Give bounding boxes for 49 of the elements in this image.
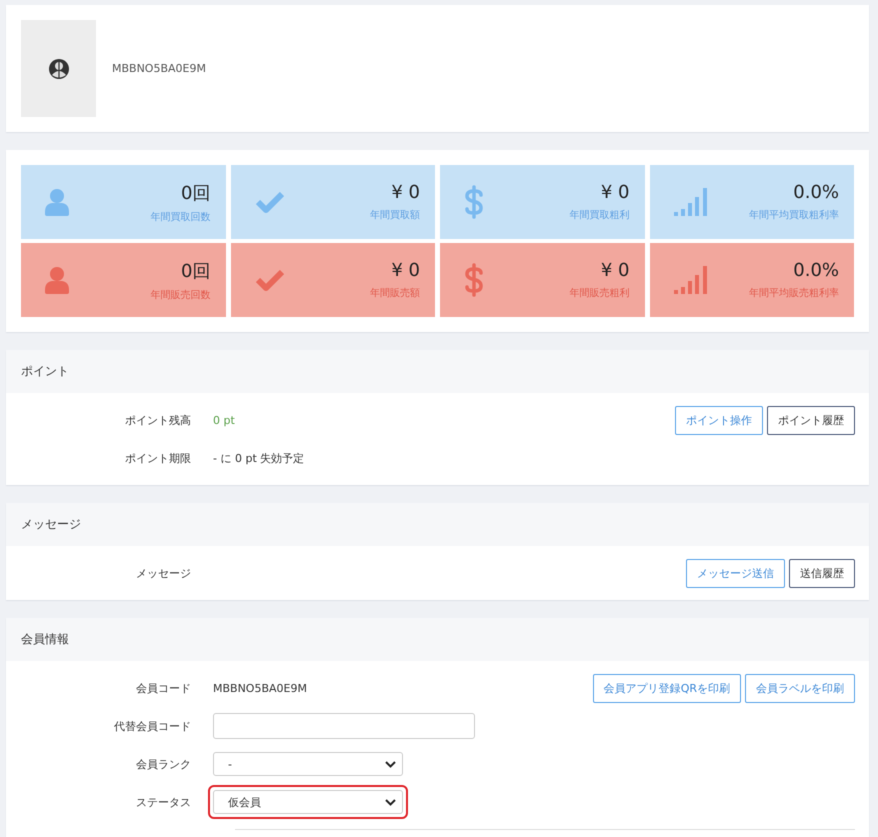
- stat-label: 年間平均販売粗利率: [749, 286, 839, 300]
- field-value: MBBNO5BA0E9M: [213, 682, 307, 694]
- stat-value: 0.0%: [793, 182, 839, 203]
- chevron-down-icon: [385, 760, 396, 768]
- stat-value: 0.0%: [793, 260, 839, 281]
- action-button[interactable]: 送信履歴: [789, 558, 855, 588]
- field-label: ステータス: [135, 794, 192, 810]
- signal-bars-icon: [674, 266, 708, 294]
- signal-bars-icon: [674, 188, 708, 216]
- member-code: MBBNO5BA0E9M: [112, 62, 206, 75]
- dollar-icon: [464, 185, 484, 219]
- stat-label: 年間販売回数: [150, 288, 210, 302]
- chevron-down-icon: [385, 798, 396, 806]
- stat-value: ¥ 0: [600, 182, 630, 203]
- dollar-icon: [464, 263, 484, 297]
- field-value: 0 pt: [213, 414, 235, 426]
- section-title: メッセージ: [21, 516, 81, 533]
- action-button[interactable]: ポイント履歴: [767, 406, 855, 434]
- field-label: メッセージ: [135, 566, 192, 580]
- stat-label: 年間買取額: [370, 208, 420, 222]
- select-field[interactable]: 仮会員: [208, 785, 408, 819]
- stat-label: 年間販売額: [370, 286, 420, 300]
- field-label: ポイント残高: [124, 412, 192, 428]
- stat-label: 年間買取粗利: [570, 208, 630, 222]
- check-icon: [254, 269, 284, 291]
- stat-value: ¥ 0: [391, 260, 420, 281]
- section-title: ポイント: [21, 363, 69, 380]
- field-label: 代替会員コード: [113, 718, 192, 734]
- stat-value: 0回: [181, 260, 210, 282]
- input-field[interactable]: [213, 713, 475, 739]
- stat-label: 年間平均買取粗利率: [749, 208, 839, 222]
- field-value: - に 0 pt 失効予定: [213, 450, 304, 466]
- stat-value: ¥ 0: [391, 182, 420, 203]
- person-icon: [45, 266, 69, 294]
- check-icon: [254, 191, 284, 213]
- action-button[interactable]: 会員アプリ登録QRを印刷: [592, 674, 741, 702]
- stat-value: ¥ 0: [600, 260, 630, 281]
- action-button[interactable]: 会員ラベルを印刷: [745, 674, 855, 702]
- stat-value: 0回: [181, 182, 210, 204]
- action-button[interactable]: ポイント操作: [675, 406, 763, 434]
- user-icon: [48, 58, 70, 80]
- field-label: 会員コード: [135, 680, 192, 696]
- stat-label: 年間販売粗利: [570, 286, 630, 300]
- field-label: ポイント期限: [124, 450, 192, 466]
- stat-label: 年間買取回数: [150, 210, 210, 224]
- section-title: 会員情報: [21, 631, 69, 648]
- person-icon: [45, 188, 69, 216]
- field-label: 会員ランク: [135, 756, 192, 772]
- action-button[interactable]: メッセージ送信: [686, 558, 785, 588]
